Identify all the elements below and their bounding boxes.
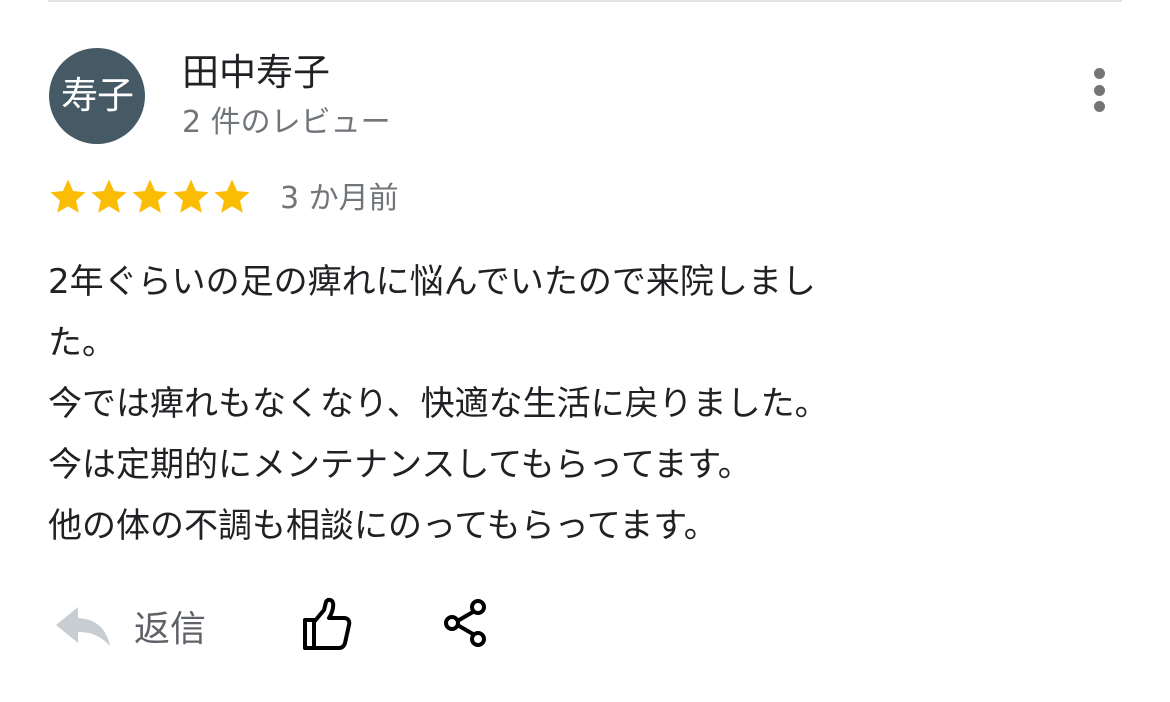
reviewer-name[interactable]: 田中寿子 (182, 50, 330, 96)
reply-button[interactable]: 返信 (52, 596, 206, 656)
review-text-line: 他の体の不調も相談にのってもらってます。 (48, 506, 718, 546)
review-text-line: 2年ぐらいの足の痺れに悩んでいたので来院しまし (48, 262, 816, 302)
review-actions: 返信 (0, 590, 1170, 660)
star-icon (214, 179, 250, 213)
review-text-line: 今は定期的にメンテナンスしてもらってます。 (48, 445, 752, 485)
star-icon (50, 179, 86, 213)
like-button[interactable] (298, 596, 358, 656)
review-text: 2年ぐらいの足の痺れに悩んでいたので来院しまし た。今では痺れもなくなり、快適な生… (48, 252, 1008, 557)
more-vert-icon-dot (1093, 84, 1105, 96)
top-divider (48, 0, 1122, 2)
star-icon (132, 179, 168, 213)
more-options-button[interactable] (1080, 66, 1118, 114)
reply-label: 返信 (134, 609, 207, 650)
thumb-up-icon (303, 597, 352, 650)
review-date: 3 か月前 (280, 181, 399, 216)
share-button[interactable] (440, 594, 492, 650)
reply-icon (56, 607, 110, 646)
avatar[interactable]: 寿子 (49, 48, 145, 144)
more-vert-icon (1093, 68, 1105, 79)
review-text-line: た。 (48, 323, 116, 363)
review-text-line: 今では痺れもなくなり、快適な生活に戻りました。 (48, 384, 829, 424)
star-icon (173, 179, 209, 213)
rating-stars (47, 176, 252, 218)
review-count: 2 件のレビュー (182, 105, 391, 140)
star-icon (91, 179, 127, 213)
more-vert-icon-dot (1093, 101, 1105, 112)
share-icon (444, 599, 486, 647)
